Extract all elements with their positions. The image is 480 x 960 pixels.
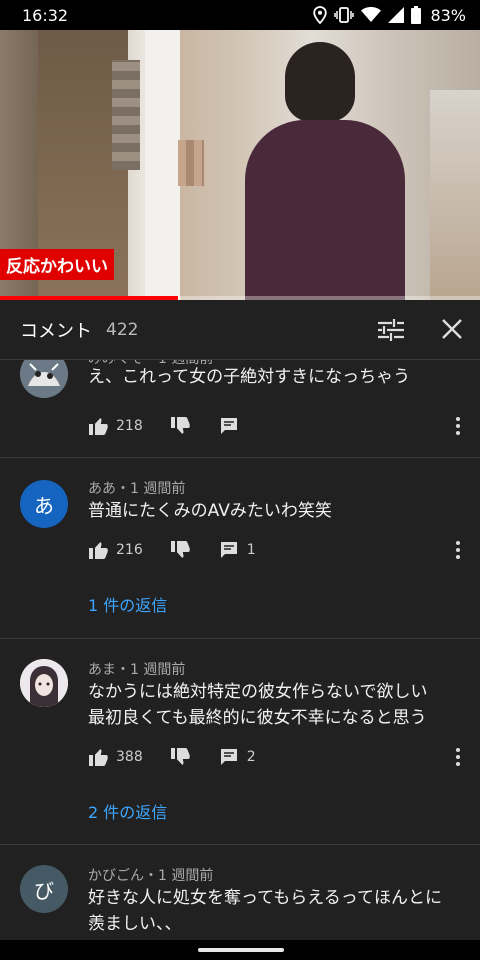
like-button[interactable]: 218 [88, 416, 143, 436]
more-options-icon[interactable] [450, 745, 466, 769]
comment-item: び かびごん・1 週間前 好きな人に処女を奪ってもらえるってほんとに 羨ましい、… [0, 845, 480, 940]
comment-line: え、これって女の子絶対すきになっちゃう [88, 367, 411, 387]
more-options-icon[interactable] [450, 538, 466, 562]
reply-icon [220, 749, 237, 765]
location-icon [313, 6, 328, 24]
reply-count: 1 [246, 542, 256, 558]
like-button[interactable]: 216 [88, 540, 143, 560]
reply-button[interactable]: 1 [219, 540, 256, 560]
home-gesture-handle[interactable] [198, 948, 284, 952]
avatar[interactable]: あ [20, 480, 68, 528]
avatar[interactable] [20, 659, 68, 707]
comment-line: なかうには絶対特定の彼女作らないで欲しい [88, 682, 428, 702]
comment-item: みみくそ・1 週間前 え、これって女の子絶対すきになっちゃう 218 [0, 360, 480, 458]
filter-icon[interactable] [378, 318, 404, 342]
video-caption: 反応かわいい [0, 249, 114, 280]
dislike-button[interactable] [170, 416, 190, 436]
thumb-up-icon [89, 418, 108, 435]
like-count: 218 [116, 418, 143, 434]
view-replies-link[interactable]: 2 件の返信 [88, 799, 167, 823]
view-replies-link[interactable]: 1 件の返信 [88, 592, 167, 616]
status-bar: 16:32 83% [0, 0, 480, 30]
comment-meta: かびごん・1 週間前 [88, 868, 214, 884]
comment-line: 普通にたくみのAVみたいわ笑笑 [88, 501, 332, 521]
status-icons: 83% [313, 6, 466, 25]
comments-list[interactable]: みみくそ・1 週間前 え、これって女の子絶対すきになっちゃう 218 あ ああ・… [0, 360, 480, 940]
reply-icon [220, 418, 237, 434]
close-icon[interactable] [440, 317, 464, 341]
reply-icon [220, 542, 237, 558]
video-person-head [285, 42, 355, 122]
signal-icon [388, 7, 405, 23]
video-mosaic-hand [178, 140, 204, 186]
video-player[interactable]: 反応かわいい [0, 30, 480, 300]
avatar-image [20, 360, 68, 398]
avatar-image [20, 659, 68, 707]
thumb-down-icon [170, 417, 190, 434]
comment-line: 好きな人に処女を奪ってもらえるってほんとに [88, 888, 442, 908]
comment-actions: 216 1 [88, 538, 256, 562]
vibrate-icon [334, 7, 355, 23]
comment-actions: 218 [88, 414, 239, 438]
comment-actions: 388 2 [88, 745, 256, 769]
navigation-bar [0, 940, 480, 960]
dislike-button[interactable] [170, 747, 190, 767]
comment-text: 普通にたくみのAVみたいわ笑笑 [88, 498, 458, 524]
status-time: 16:32 [22, 5, 69, 25]
comment-meta: あま・1 週間前 [88, 662, 186, 678]
wifi-icon [361, 7, 382, 22]
comment-item: あま・1 週間前 なかうには絶対特定の彼女作らないで欲しい 最初良くても最終的に… [0, 639, 480, 845]
battery-icon [411, 6, 422, 24]
reply-button[interactable]: 2 [219, 747, 256, 767]
reply-count: 2 [246, 749, 256, 765]
thumb-down-icon [170, 541, 190, 558]
reply-button[interactable] [219, 416, 239, 436]
comment-text: なかうには絶対特定の彼女作らないで欲しい 最初良くても最終的に彼女不幸になると思… [88, 679, 458, 731]
comment-item: あ ああ・1 週間前 普通にたくみのAVみたいわ笑笑 216 1 1 件の返信 [0, 458, 480, 639]
comments-header: コメント 422 [0, 300, 480, 360]
comment-line: 最初良くても最終的に彼女不幸になると思う [88, 708, 427, 728]
comment-line: 羨ましい、、 [88, 914, 182, 934]
thumb-up-icon [89, 749, 108, 766]
comments-title: コメント [20, 320, 92, 342]
dislike-button[interactable] [170, 540, 190, 560]
video-mosaic [112, 60, 140, 170]
avatar[interactable]: び [20, 865, 68, 913]
more-options-icon[interactable] [450, 414, 466, 438]
comment-text: 好きな人に処女を奪ってもらえるってほんとに 羨ましい、、 [88, 885, 458, 937]
battery-percent: 83% [430, 5, 466, 25]
like-count: 216 [116, 542, 143, 558]
avatar[interactable] [20, 360, 68, 398]
thumb-up-icon [89, 542, 108, 559]
video-scene-door [145, 30, 180, 300]
video-shelf [430, 90, 480, 300]
like-count: 388 [116, 749, 143, 765]
comment-text: え、これって女の子絶対すきになっちゃう [88, 364, 458, 390]
video-person [245, 120, 405, 300]
thumb-down-icon [170, 748, 190, 765]
comment-meta: ああ・1 週間前 [88, 481, 186, 497]
comments-count: 422 [106, 319, 139, 340]
like-button[interactable]: 388 [88, 747, 143, 767]
